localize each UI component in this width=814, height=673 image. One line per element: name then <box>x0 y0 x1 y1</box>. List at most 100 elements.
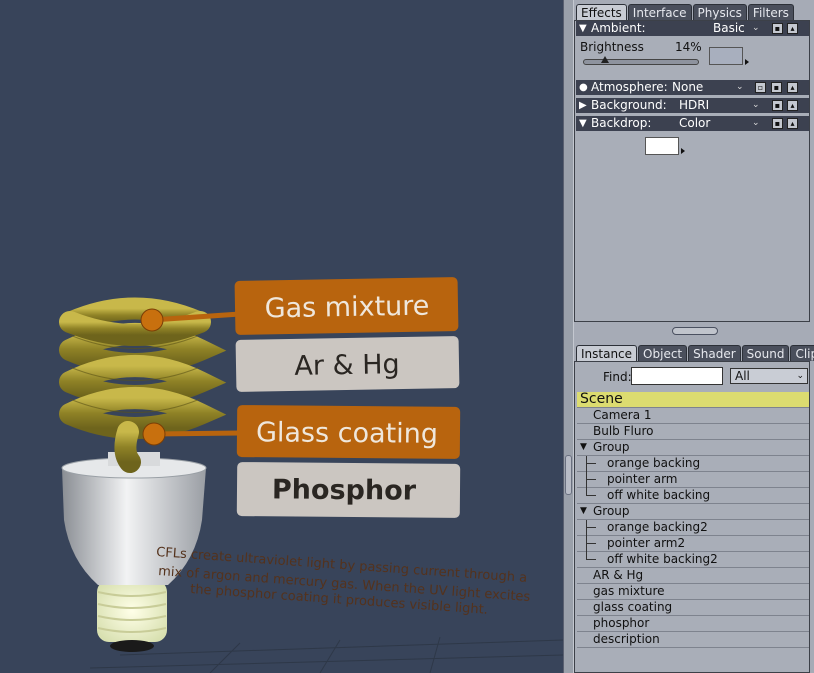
tree-connector <box>587 559 596 560</box>
save-preset-icon[interactable]: ▪ <box>771 82 782 93</box>
save-preset-icon[interactable]: ▪ <box>772 23 783 34</box>
tree-connector <box>587 543 596 544</box>
tab-sound[interactable]: Sound <box>741 345 790 361</box>
find-input[interactable] <box>631 367 723 385</box>
expand-triangle-icon[interactable]: ▼ <box>580 504 587 519</box>
tree-item[interactable]: pointer arm2 <box>577 536 809 552</box>
tree-item[interactable]: orange backing2 <box>577 520 809 536</box>
chevron-down-icon[interactable]: ⌄ <box>752 98 760 113</box>
background-mode-select[interactable]: HDRI <box>679 98 709 113</box>
tree-item-scene[interactable]: Scene <box>577 392 809 408</box>
background-section-header[interactable]: ▶ Background: HDRI ⌄ ▪ ▴ <box>576 98 809 113</box>
brightness-slider[interactable] <box>583 56 699 65</box>
atmosphere-section-header[interactable]: ● Atmosphere: None ⌄ ▫ ▪ ▴ <box>576 80 809 95</box>
atmosphere-label: Atmosphere: <box>591 80 668 94</box>
color-picker-arrow-icon[interactable] <box>681 148 685 154</box>
slider-thumb[interactable] <box>600 56 609 63</box>
ar-hg-label: Ar & Hg <box>294 349 400 382</box>
atmosphere-mode-select[interactable]: None <box>672 80 703 95</box>
load-preset-icon[interactable]: ▴ <box>787 118 798 129</box>
tab-clips[interactable]: Clips <box>790 345 814 361</box>
ambient-color-swatch[interactable] <box>709 47 743 65</box>
viewport-canvas[interactable]: Gas mixture Ar & Hg Glass coating Phosph… <box>0 0 563 673</box>
floor-grid <box>89 636 563 673</box>
tree-item-label: Group <box>593 440 630 454</box>
ambient-label: Ambient: <box>591 21 646 35</box>
backdrop-mode-select[interactable]: Color <box>679 116 710 131</box>
load-preset-icon[interactable]: ▴ <box>787 100 798 111</box>
tree-item-label: pointer arm <box>607 472 678 486</box>
tab-filters[interactable]: Filters <box>747 4 794 20</box>
effects-tabbar: Effects Interface Physics Filters <box>576 4 795 20</box>
tree-item[interactable]: off white backing2 <box>577 552 809 568</box>
load-preset-icon[interactable]: ▴ <box>787 82 798 93</box>
chevron-down-icon[interactable]: ⌄ <box>752 116 760 131</box>
brightness-label: Brightness <box>580 40 644 54</box>
tree-item-label: orange backing2 <box>607 520 708 534</box>
tree-connector <box>587 527 596 528</box>
tree-item[interactable]: Camera 1 <box>577 408 809 424</box>
tree-connector <box>586 536 587 552</box>
pointer-arm2 <box>153 430 241 437</box>
brightness-value: 14% <box>675 40 702 54</box>
tree-item-group[interactable]: ▼ Group <box>577 504 809 520</box>
tab-shader[interactable]: Shader <box>688 345 741 361</box>
tab-interface[interactable]: Interface <box>627 4 692 20</box>
expanded-triangle-icon[interactable]: ▼ <box>579 21 587 36</box>
settings-icon[interactable]: ▫ <box>755 82 766 93</box>
panel-splitter[interactable] <box>563 0 574 673</box>
tree-connector <box>586 472 587 488</box>
tree-item-label: Scene <box>580 391 623 407</box>
tree-connector <box>586 456 587 472</box>
tab-effects[interactable]: Effects <box>576 4 627 20</box>
tree-item[interactable]: AR & Hg <box>577 568 809 584</box>
description-text[interactable]: CFLs create ultraviolet light by passing… <box>156 545 531 618</box>
tree-item-label: AR & Hg <box>593 568 644 582</box>
tree-item[interactable]: Bulb Fluro <box>577 424 809 440</box>
tree-item[interactable]: pointer arm <box>577 472 809 488</box>
save-preset-icon[interactable]: ▪ <box>772 118 783 129</box>
filter-select-value: All <box>735 369 750 383</box>
backdrop-section-header[interactable]: ▼ Backdrop: Color ⌄ ▪ ▴ <box>576 116 809 131</box>
tree-item-group[interactable]: ▼ Group <box>577 440 809 456</box>
instance-panel: Find: All ⌄ Scene Camera 1 Bulb Fluro ▼ Grou… <box>574 361 810 673</box>
tree-item-label: phosphor <box>593 616 650 630</box>
chevron-down-icon[interactable]: ⌄ <box>736 80 744 95</box>
filter-select[interactable]: All ⌄ <box>730 368 808 384</box>
tree-connector <box>587 479 596 480</box>
tree-item[interactable]: phosphor <box>577 616 809 632</box>
tree-item-label: glass coating <box>593 600 673 614</box>
tree-item-label: off white backing <box>607 488 711 502</box>
tree-item[interactable]: glass coating <box>577 600 809 616</box>
ambient-mode-select[interactable]: Basic <box>713 21 745 36</box>
tree-item-label: pointer arm2 <box>607 536 686 550</box>
expanded-triangle-icon[interactable]: ▼ <box>579 116 587 131</box>
tree-item[interactable]: off white backing <box>577 488 809 504</box>
chevron-down-icon[interactable]: ⌄ <box>752 21 760 36</box>
collapsed-triangle-icon[interactable]: ▶ <box>579 98 587 113</box>
tab-instance[interactable]: Instance <box>576 345 638 361</box>
glass-coating-label: Glass coating <box>256 417 438 450</box>
panel-collapse-button[interactable] <box>672 327 718 335</box>
tree-item[interactable]: description <box>577 632 809 648</box>
chevron-down-icon: ⌄ <box>796 371 804 381</box>
backdrop-color-swatch[interactable] <box>645 137 679 155</box>
find-label: Find: <box>603 370 632 384</box>
3d-viewport[interactable]: Gas mixture Ar & Hg Glass coating Phosph… <box>0 0 563 673</box>
color-picker-arrow-icon[interactable] <box>745 59 749 65</box>
tree-item[interactable]: gas mixture <box>577 584 809 600</box>
load-preset-icon[interactable]: ▴ <box>787 23 798 34</box>
save-preset-icon[interactable]: ▪ <box>772 100 783 111</box>
tab-object[interactable]: Object <box>638 345 688 361</box>
splitter-grip[interactable] <box>565 455 572 495</box>
expand-triangle-icon[interactable]: ▼ <box>580 440 587 455</box>
background-label: Background: <box>591 98 667 112</box>
pointer-dot2 <box>142 422 166 446</box>
pointer-dot <box>140 308 164 332</box>
bulb-model[interactable] <box>59 297 227 653</box>
tree-connector <box>586 520 587 536</box>
ambient-section-header[interactable]: ▼ Ambient: Basic ⌄ ▪ ▴ <box>576 21 809 36</box>
tree-item[interactable]: orange backing <box>577 456 809 472</box>
tab-physics[interactable]: Physics <box>692 4 747 20</box>
scene-tree[interactable]: Scene Camera 1 Bulb Fluro ▼ Group orange back… <box>577 392 809 648</box>
